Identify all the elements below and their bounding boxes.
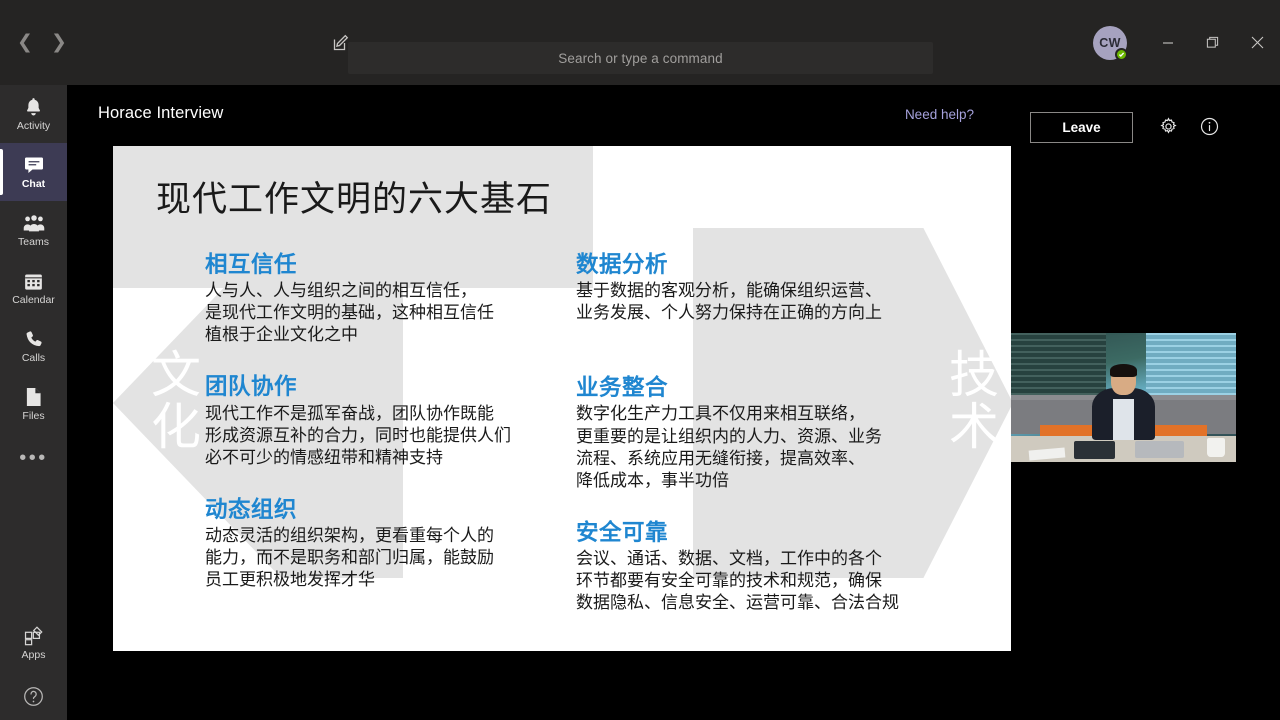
slide-left-column: 相互信任 人与人、人与组织之间的相互信任， 是现代工作文明的基础，这种相互信任 …: [205, 251, 550, 611]
slide-block-mutual-trust: 相互信任 人与人、人与组织之间的相互信任， 是现代工作文明的基础，这种相互信任 …: [205, 251, 550, 346]
slide-block-business-integration: 业务整合 数字化生产力工具不仅用来相互联络， 更重要的是让组织内的人力、资源、业…: [576, 374, 948, 492]
restore-button[interactable]: [1190, 20, 1235, 66]
search-input[interactable]: Search or type a command: [348, 42, 933, 74]
video-person-shirt: [1113, 398, 1134, 441]
sidebar-item-calendar[interactable]: Calendar: [0, 259, 67, 317]
info-circle-icon[interactable]: [1196, 113, 1222, 139]
watermark-culture: 文化: [143, 348, 201, 452]
watermark-technology: 技术: [941, 348, 999, 452]
block-heading: 业务整合: [576, 375, 669, 402]
sidebar-item-label: Chat: [21, 178, 46, 191]
slide-block-team-collaboration: 团队协作 现代工作不是孤军奋战，团队协作既能 形成资源互补的合力，同时也能提供人…: [205, 373, 550, 468]
close-button[interactable]: [1235, 20, 1280, 66]
gear-icon[interactable]: [1155, 113, 1181, 139]
block-heading: 团队协作: [205, 374, 298, 401]
block-body: 现代工作不是孤军奋战，团队协作既能 形成资源互补的合力，同时也能提供人们 必不可…: [205, 403, 511, 468]
leave-button[interactable]: Leave: [1030, 112, 1133, 143]
need-help-link[interactable]: Need help?: [905, 107, 974, 122]
left-navigation-rail: Activity Chat Teams Calendar Calls Files…: [0, 85, 67, 720]
phone-icon: [23, 328, 45, 350]
slide-right-column: 数据分析 基于数据的客观分析，能确保组织运营、 业务发展、个人努力保持在正确的方…: [576, 251, 948, 634]
sidebar-item-label: Files: [22, 410, 45, 423]
calendar-icon: [23, 270, 45, 292]
video-laptop-right: [1134, 441, 1185, 459]
title-bar: ❮ ❯ Search or type a command CW: [0, 0, 1280, 85]
slide-block-dynamic-organization: 动态组织 动态灵活的组织架构，更看重每个人的 能力，而不是职务和部门归属，能鼓励…: [205, 496, 550, 591]
page-title: Horace Interview: [98, 104, 224, 122]
sidebar-item-label: Teams: [18, 236, 49, 249]
video-person-hair: [1110, 363, 1137, 377]
bell-icon: [23, 96, 45, 118]
block-body: 人与人、人与组织之间的相互信任， 是现代工作文明的基础，这种相互信任 植根于企业…: [205, 281, 494, 346]
block-heading: 数据分析: [576, 252, 669, 278]
help-question-icon: [23, 685, 45, 707]
block-body: 数字化生产力工具不仅用来相互联络， 更重要的是让组织内的人力、资源、业务 流程、…: [576, 404, 882, 491]
teams-people-icon: [23, 212, 45, 234]
sidebar-item-label: Calls: [21, 352, 46, 365]
video-cup: [1206, 437, 1225, 457]
sidebar-item-apps[interactable]: Apps: [0, 614, 67, 672]
teams-meeting-window: ❮ ❯ Search or type a command CW Activity…: [0, 0, 1280, 720]
sidebar-more-apps-button[interactable]: •••: [0, 433, 67, 483]
chat-bubble-icon: [23, 154, 45, 176]
self-video-feed[interactable]: [1011, 333, 1236, 462]
navigation-arrows: ❮ ❯: [8, 26, 76, 60]
slide-block-security-reliability: 安全可靠 会议、通话、数据、文档，工作中的各个 环节都要有安全可靠的技术和规范，…: [576, 519, 948, 614]
block-heading: 安全可靠: [576, 519, 669, 546]
sidebar-item-chat[interactable]: Chat: [0, 143, 67, 201]
presence-available-badge: [1115, 47, 1128, 61]
block-body: 基于数据的客观分析，能确保组织运营、 业务发展、个人努力保持在正确的方向上: [576, 281, 882, 324]
sidebar-item-label: Apps: [21, 649, 46, 662]
shared-slide[interactable]: 文化 技术 现代工作文明的六大基石 相互信任 人与人、人与组织之间的相互信任， …: [113, 146, 1011, 651]
meeting-header: Horace Interview Need help? Leave: [67, 85, 1280, 146]
avatar[interactable]: CW: [1093, 25, 1128, 61]
rail-bottom-group: Apps: [0, 614, 67, 720]
block-heading: 动态组织: [205, 496, 298, 523]
sidebar-item-label: Activity: [16, 120, 51, 133]
apps-grid-icon: [23, 625, 45, 647]
sidebar-item-label: Calendar: [12, 294, 55, 307]
minimize-button[interactable]: [1145, 20, 1190, 66]
back-icon[interactable]: ❮: [8, 26, 42, 60]
forward-icon[interactable]: ❯: [42, 26, 76, 60]
search-placeholder-text: Search or type a command: [558, 50, 723, 66]
video-laptop-left: [1074, 441, 1115, 460]
file-icon: [23, 386, 45, 408]
sidebar-item-help[interactable]: [0, 672, 67, 720]
block-body: 动态灵活的组织架构，更看重每个人的 能力，而不是职务和部门归属，能鼓励 员工更积…: [205, 525, 494, 591]
sidebar-item-activity[interactable]: Activity: [0, 85, 67, 143]
sidebar-item-calls[interactable]: Calls: [0, 317, 67, 375]
slide-block-data-analysis: 数据分析 基于数据的客观分析，能确保组织运营、 业务发展、个人努力保持在正确的方…: [576, 251, 948, 324]
sidebar-item-teams[interactable]: Teams: [0, 201, 67, 259]
titlebar-right-controls: CW: [1093, 0, 1280, 85]
slide-title: 现代工作文明的六大基石: [156, 180, 553, 220]
sidebar-item-files[interactable]: Files: [0, 375, 67, 433]
block-heading: 相互信任: [205, 252, 298, 278]
block-body: 会议、通话、数据、文档，工作中的各个 环节都要有安全可靠的技术和规范，确保 数据…: [576, 548, 899, 614]
